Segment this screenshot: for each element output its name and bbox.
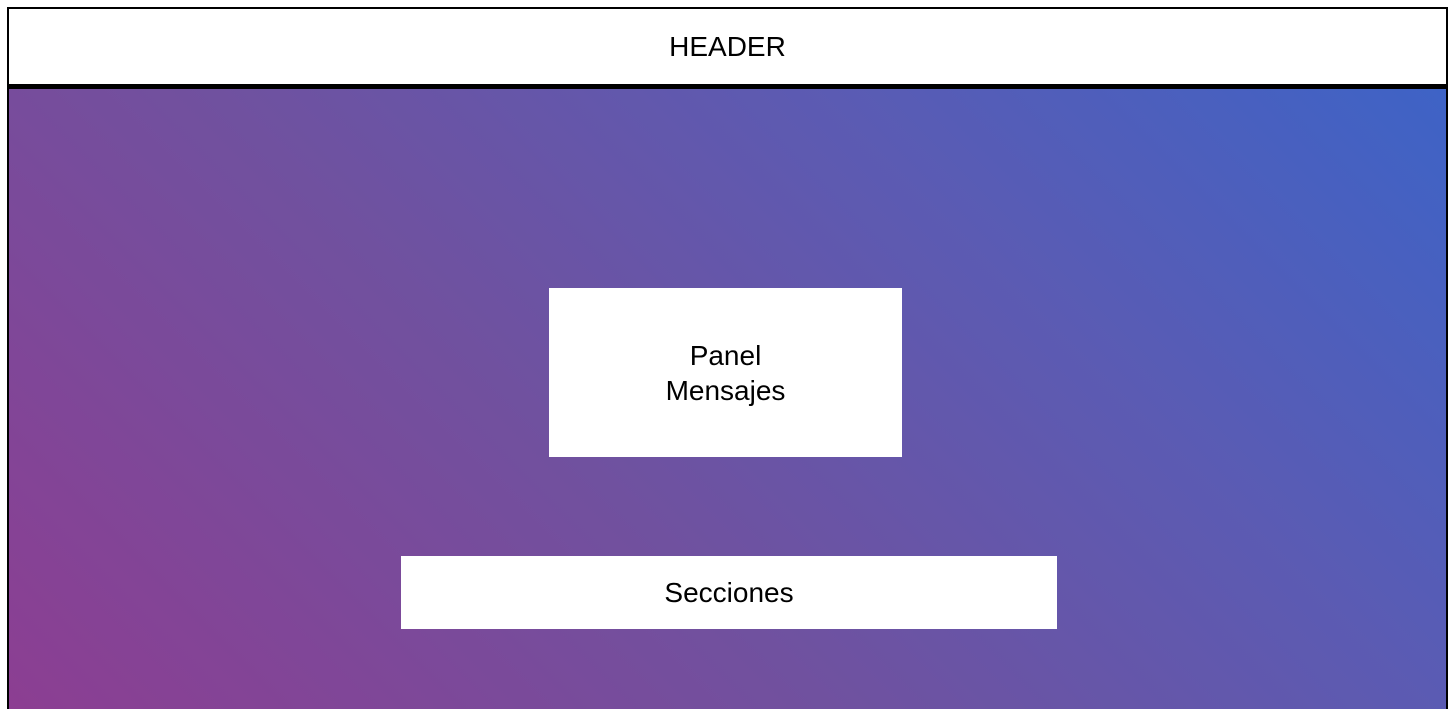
main-content-area: Panel Mensajes Secciones [9, 89, 1446, 709]
messages-panel-label-line1: Panel [689, 339, 762, 371]
messages-panel: Panel Mensajes [549, 288, 902, 457]
header-box: HEADER [9, 9, 1446, 89]
header-label: HEADER [669, 30, 786, 62]
page-frame: HEADER Panel Mensajes Secciones [7, 7, 1448, 709]
sections-label: Secciones [664, 576, 794, 608]
messages-panel-label-line2: Mensajes [665, 374, 786, 406]
sections-box: Secciones [401, 556, 1057, 629]
